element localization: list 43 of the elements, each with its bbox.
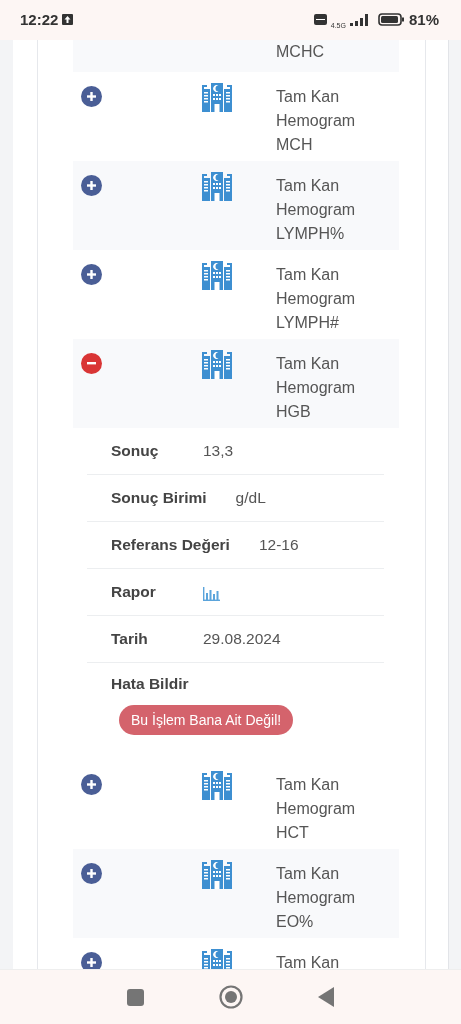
collapse-button[interactable] — [81, 352, 102, 374]
volte-icon — [313, 14, 327, 26]
minus-icon — [87, 361, 96, 365]
detail-value: 29.08.2024 — [203, 629, 281, 648]
back-button[interactable] — [317, 987, 334, 1007]
detail-value: 12-16 — [258, 535, 299, 554]
report-error-button[interactable]: Bu İşlem Bana Ait Değil! — [119, 704, 294, 735]
record-title: Tam Kan Hemogram HCT — [276, 774, 356, 843]
record-title: Tam Kan Hemogram LYMPH# — [276, 264, 356, 333]
record-title: Tam Kan Hemogram HGB — [276, 353, 356, 422]
battery-percent: 81% — [408, 11, 439, 29]
expand-button[interactable] — [81, 263, 102, 285]
detail-value: g/dL — [235, 488, 266, 507]
signal-icon — [349, 13, 370, 26]
plus-icon — [87, 779, 96, 789]
expand-button[interactable] — [81, 862, 102, 884]
recents-button[interactable] — [127, 988, 145, 1006]
plus-icon — [87, 180, 96, 190]
plus-icon — [87, 91, 96, 101]
record-title: MCHC — [276, 41, 324, 62]
record-title: Tam Kan Hemogram MCH — [276, 86, 356, 155]
detail-label: Referans Değeri — [111, 535, 230, 554]
detail-label: Rapor — [111, 582, 157, 601]
detail-label: Sonuç Birimi — [111, 488, 207, 507]
detail-label: Tarih — [111, 629, 149, 648]
plus-icon — [87, 957, 96, 967]
expand-button[interactable] — [81, 85, 102, 107]
battery-icon — [377, 13, 405, 27]
detail-value: 13,3 — [203, 441, 234, 460]
bar-chart-icon[interactable] — [203, 586, 220, 601]
expand-button[interactable] — [81, 773, 102, 795]
record-title: Tam Kan Hemogram LYMPH% — [276, 175, 356, 244]
record-title: Tam Kan Hemogram EO% — [276, 863, 356, 932]
detail-label: Sonuç — [111, 441, 160, 460]
home-button[interactable] — [219, 985, 243, 1009]
record-title: Tam Kan — [276, 952, 340, 970]
upload-icon — [62, 14, 74, 26]
clock-time: 12:22 — [20, 11, 59, 29]
expand-button[interactable] — [81, 951, 102, 970]
detail-label: Hata Bildir — [111, 674, 189, 692]
plus-icon — [87, 269, 96, 279]
plus-icon — [87, 868, 96, 878]
expand-button[interactable] — [81, 174, 102, 196]
